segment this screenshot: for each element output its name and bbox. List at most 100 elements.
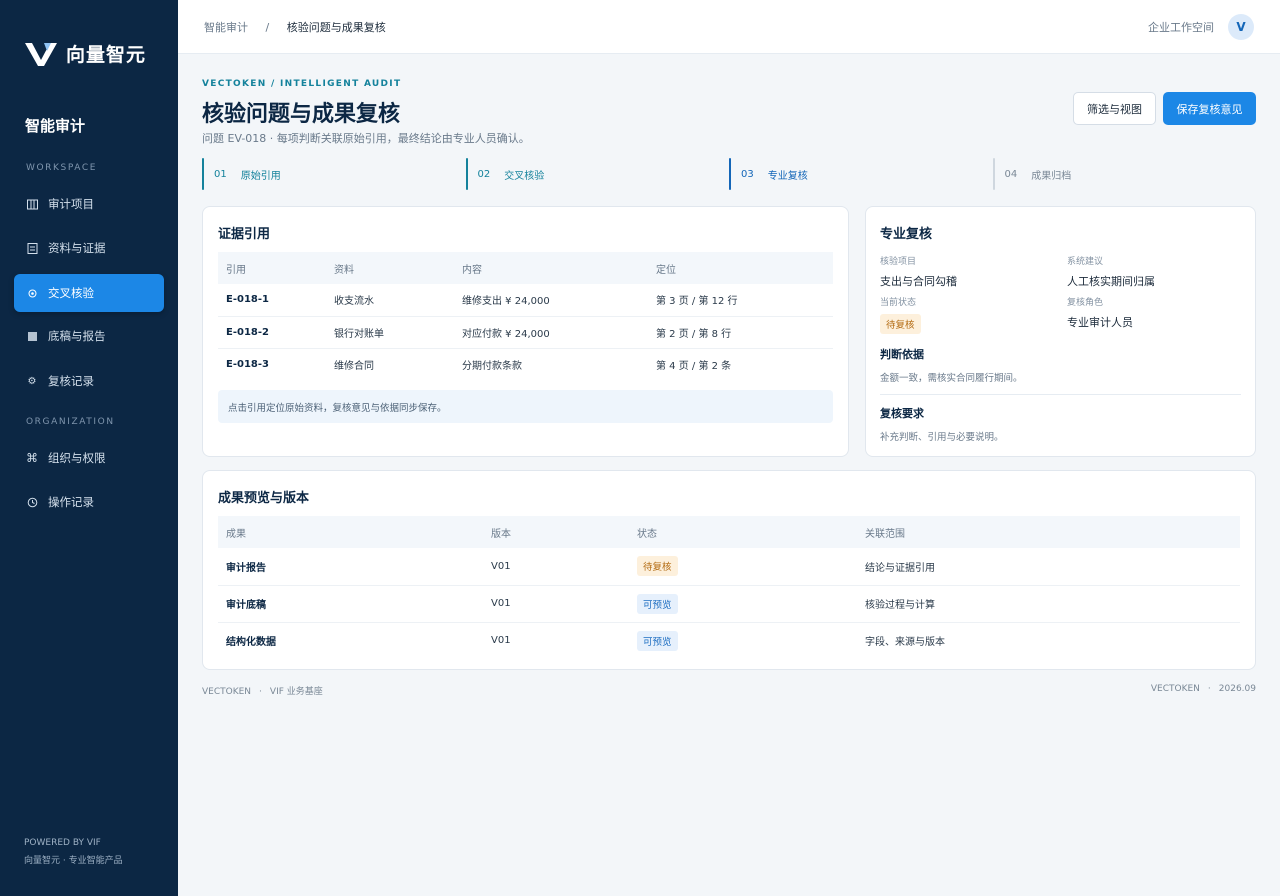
step-cross-check[interactable]: 02 交叉核验 [465, 158, 730, 190]
table-row[interactable]: E-018-3 维修合同 分期付款条款 第 4 页 / 第 2 条 [218, 348, 833, 380]
main-area: 智能审计 / 核验问题与成果复核 企业工作空间 V VECTOKEN / INT… [178, 0, 1280, 896]
result-scope: 核验过程与计算 [857, 585, 1240, 623]
footer-dot: · [1207, 684, 1211, 694]
material: 银行对账单 [326, 316, 454, 349]
content: 分期付款条款 [462, 360, 522, 372]
location: 第 4 页 / 第 2 条 [656, 360, 732, 372]
result-scope: 字段、来源与版本 [865, 637, 945, 649]
footer-dot: · [259, 687, 262, 697]
citation-id[interactable]: E-018-1 [218, 284, 326, 317]
footer-version: 2026.09 [1218, 684, 1256, 694]
step-label: 交叉核验 [504, 170, 545, 182]
breadcrumb-root[interactable]: 智能审计 [204, 21, 248, 34]
app-root: 向量智元 智能审计 WORKSPACE 审计项目 资料与证据 交叉核验 底稿与报… [0, 0, 1280, 896]
result-status-cell: 可预览 [629, 622, 857, 659]
footer-platform: VIF 业务基座 [269, 687, 323, 697]
sidebar-item-label: 审计项目 [48, 197, 94, 211]
sidebar-item-label: 底稿与报告 [48, 329, 106, 343]
review-title: 专业复核 [880, 227, 933, 242]
page-title: 核验问题与成果复核 [202, 102, 401, 127]
review-fields: 核验项目 支出与合同勾稽 系统建议 人工核实期间归属 当前状态 待复核 复核角色… [880, 254, 1241, 334]
result-version: V01 [483, 548, 629, 586]
citation-id[interactable]: E-018-2 [218, 316, 326, 349]
table-row[interactable]: 审计报告 V01 待复核 结论与证据引用 [218, 548, 1240, 586]
sidebar-item-operation-log[interactable]: 操作记录 [14, 483, 164, 521]
sidebar-item-label: 复核记录 [48, 374, 94, 388]
table-row[interactable]: 结构化数据 V01 可预览 字段、来源与版本 [218, 622, 1240, 659]
result-version: V01 [483, 585, 629, 623]
powered-by: POWERED BY VIF [24, 838, 101, 848]
sidebar-item-review-records[interactable]: ⚙ 复核记录 [14, 362, 164, 400]
requirements-text: 补充判断、引用与必要说明。 [880, 432, 1004, 443]
sidebar-item-materials[interactable]: 资料与证据 [14, 229, 164, 267]
review-basis: 判断依据 金额一致，需核实合同履行期间。 [880, 346, 1241, 384]
workspace-switcher[interactable]: 企业工作空间 [1148, 19, 1214, 35]
review-field-suggestion: 系统建议 人工核实期间归属 [1067, 254, 1247, 289]
table-row[interactable]: 审计底稿 V01 可预览 核验过程与计算 [218, 585, 1240, 623]
result-name[interactable]: 结构化数据 [218, 622, 483, 659]
step-label: 专业复核 [767, 170, 808, 182]
step-archive[interactable]: 04 成果归档 [992, 158, 1257, 190]
page-subtitle: 问题 EV-018 · 每项判断关联原始引用，最终结论由专业人员确认。 [202, 132, 530, 145]
sidebar-item-label: 交叉核验 [48, 286, 94, 300]
evidence-card: 证据引用 引用 资料 内容 定位 E-018-1 收支流水 维修支出 ¥ 24,… [202, 206, 849, 457]
step-original-citation[interactable]: 01 原始引用 [202, 158, 466, 190]
table-row[interactable]: E-018-1 收支流水 维修支出 ¥ 24,000 第 3 页 / 第 12 … [218, 284, 833, 317]
column-header: 引用 [218, 252, 326, 284]
field-value: 人工核实期间归属 [1067, 275, 1155, 288]
field-value: 专业审计人员 [1067, 316, 1133, 329]
brand-logo-icon [25, 42, 57, 66]
sidebar-footer: POWERED BY VIF 向量智元 · 专业智能产品 [24, 834, 123, 870]
sidebar-item-label: 资料与证据 [48, 241, 106, 255]
citation-id[interactable]: E-018-3 [218, 348, 326, 380]
clock-icon [26, 496, 38, 508]
table-row[interactable]: E-018-2 银行对账单 对应付款 ¥ 24,000 第 2 页 / 第 8 … [218, 316, 833, 349]
sidebar-item-audit-projects[interactable]: 审计项目 [14, 185, 164, 223]
step-label: 原始引用 [240, 170, 281, 182]
footer-brand: VECTOKEN [202, 687, 252, 697]
organization-section-label: ORGANIZATION [26, 417, 115, 427]
review-requirements: 复核要求 补充判断、引用与必要说明。 [880, 405, 1241, 443]
results-title: 成果预览与版本 [218, 491, 310, 506]
filter-view-button[interactable]: 筛选与视图 [1073, 92, 1156, 125]
review-field-item: 核验项目 支出与合同勾稽 [880, 254, 1067, 289]
requirements-title: 复核要求 [880, 407, 924, 420]
column-header: 状态 [629, 516, 857, 548]
review-field-status: 当前状态 待复核 [880, 295, 1067, 334]
sidebar-item-drafts-reports[interactable]: 底稿与报告 [14, 317, 164, 355]
step-number: 01 [214, 168, 227, 180]
step-label: 成果归档 [1031, 170, 1072, 182]
column-header: 关联范围 [857, 516, 1240, 548]
sidebar-item-org-permissions[interactable]: ⌘ 组织与权限 [14, 439, 164, 477]
topbar-right: 企业工作空间 V [1148, 13, 1254, 40]
topbar: 智能审计 / 核验问题与成果复核 企业工作空间 V [178, 0, 1280, 54]
sidebar-item-cross-check[interactable]: 交叉核验 [14, 274, 164, 312]
product-line: 向量智元 · 专业智能产品 [24, 856, 123, 866]
brand[interactable]: 向量智元 [24, 40, 146, 67]
result-name[interactable]: 审计报告 [218, 548, 483, 586]
material: 维修合同 [334, 360, 374, 372]
footer-right: VECTOKEN · 2026.09 [1151, 684, 1256, 694]
target-icon [26, 287, 38, 299]
step-number: 02 [477, 168, 491, 180]
result-name[interactable]: 审计底稿 [218, 585, 483, 623]
results-table: 成果 版本 状态 关联范围 审计报告 V01 待复核 结论与证据引用 审计底稿 … [218, 516, 1240, 659]
evidence-title: 证据引用 [218, 227, 271, 242]
avatar[interactable]: V [1228, 13, 1254, 40]
status-badge[interactable]: 可预览 [637, 593, 678, 614]
save-review-button[interactable]: 保存复核意见 [1163, 92, 1256, 125]
review-field-role: 复核角色 专业审计人员 [1067, 295, 1247, 334]
step-professional-review[interactable]: 03 专业复核 [729, 158, 993, 190]
result-status-cell: 可预览 [629, 585, 857, 623]
content: 对应付款 ¥ 24,000 [454, 316, 648, 349]
location: 第 3 页 / 第 12 行 [648, 284, 833, 317]
breadcrumb: 智能审计 / 核验问题与成果复核 [204, 19, 386, 35]
step-number: 04 [1004, 168, 1018, 180]
material: 收支流水 [326, 284, 454, 317]
step-number: 03 [741, 168, 754, 180]
field-label: 核验项目 [880, 257, 917, 267]
report-icon [26, 330, 38, 342]
sidebar-item-label: 组织与权限 [48, 451, 106, 465]
evidence-table: 引用 资料 内容 定位 E-018-1 收支流水 维修支出 ¥ 24,000 第… [218, 252, 833, 380]
status-badge[interactable]: 可预览 [637, 630, 678, 651]
